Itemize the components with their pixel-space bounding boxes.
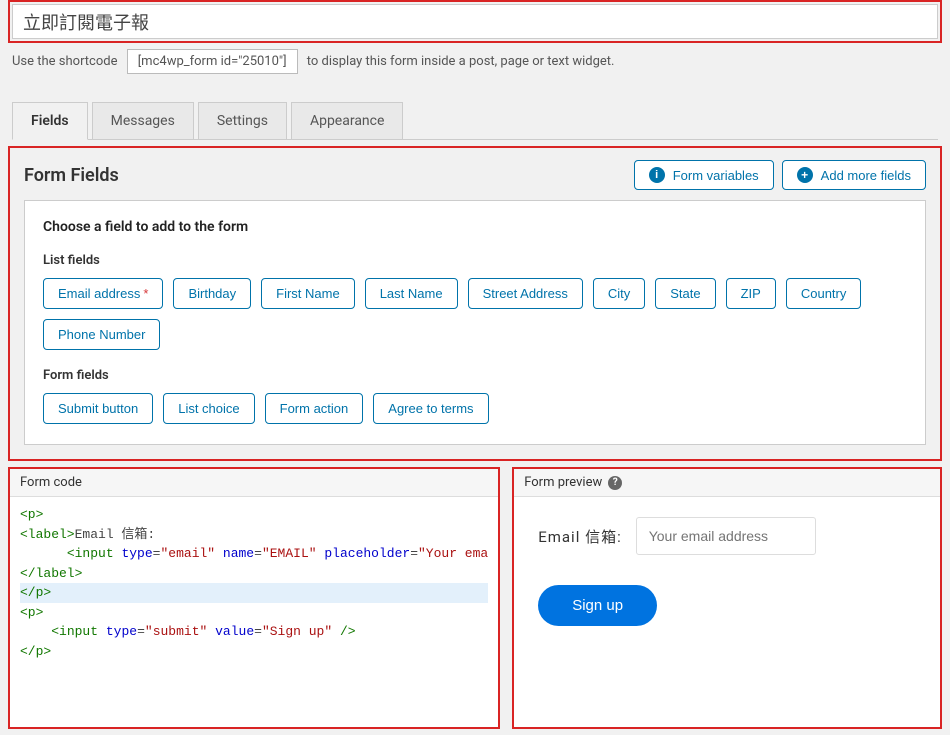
- list-fields-label: List fields: [43, 253, 907, 268]
- form-field-pill[interactable]: Agree to terms: [373, 393, 488, 424]
- list-field-pill[interactable]: Last Name: [365, 278, 458, 309]
- code-preview-row: Form code <p><label>Email 信箱: <input typ…: [8, 467, 942, 729]
- form-code-panel: Form code <p><label>Email 信箱: <input typ…: [8, 467, 500, 729]
- list-fields-row: Email address* Birthday First Name Last Nam…: [43, 278, 907, 350]
- code-line: </p>: [20, 583, 488, 603]
- required-asterisk: *: [143, 286, 148, 301]
- form-field-pill[interactable]: List choice: [163, 393, 254, 424]
- list-field-pill[interactable]: First Name: [261, 278, 355, 309]
- preview-email-row: Email 信箱:: [538, 517, 916, 555]
- list-field-pill[interactable]: State: [655, 278, 715, 309]
- code-line: <input type="email" name="EMAIL" placeho…: [20, 544, 488, 564]
- code-line: <label>Email 信箱:: [20, 525, 488, 545]
- form-fields-heading: Form Fields: [24, 165, 119, 186]
- form-title-input[interactable]: [12, 4, 938, 39]
- form-variables-button[interactable]: i Form variables: [634, 160, 774, 190]
- tab-settings[interactable]: Settings: [198, 102, 287, 139]
- form-field-pill[interactable]: Form action: [265, 393, 364, 424]
- list-field-pill[interactable]: ZIP: [726, 278, 776, 309]
- form-fields-row: Submit button List choice Form action Agree…: [43, 393, 907, 424]
- tab-messages[interactable]: Messages: [92, 102, 194, 139]
- list-field-pill[interactable]: Country: [786, 278, 862, 309]
- add-more-fields-button[interactable]: + Add more fields: [782, 160, 926, 190]
- help-icon[interactable]: ?: [608, 476, 622, 490]
- tab-fields[interactable]: Fields: [12, 102, 88, 140]
- list-field-pill[interactable]: City: [593, 278, 645, 309]
- tab-appearance[interactable]: Appearance: [291, 102, 403, 139]
- shortcode-instruction: Use the shortcode [mc4wp_form id="25010"…: [0, 45, 950, 78]
- form-code-heading: Form code: [20, 475, 82, 490]
- form-fields-header: Form Fields i Form variables + Add more …: [10, 148, 940, 200]
- code-line: <p>: [20, 505, 488, 525]
- add-more-fields-label: Add more fields: [821, 168, 911, 183]
- header-buttons: i Form variables + Add more fields: [634, 160, 926, 190]
- form-fields-section: Form Fields i Form variables + Add more …: [8, 146, 942, 461]
- shortcode-value[interactable]: [mc4wp_form id="25010"]: [127, 49, 298, 74]
- choose-title: Choose a field to add to the form: [43, 219, 907, 235]
- list-field-pill[interactable]: Phone Number: [43, 319, 160, 350]
- form-code-header: Form code: [10, 469, 498, 497]
- shortcode-prefix: Use the shortcode: [12, 54, 118, 69]
- list-field-pill[interactable]: Email address*: [43, 278, 163, 309]
- title-input-container: [8, 0, 942, 43]
- choose-field-panel: Choose a field to add to the form List f…: [24, 200, 926, 445]
- list-field-pill[interactable]: Street Address: [468, 278, 583, 309]
- code-line: </p>: [20, 642, 488, 662]
- info-icon: i: [649, 167, 665, 183]
- form-preview-panel: Form preview ? Email 信箱: Sign up: [512, 467, 942, 729]
- form-fields-label: Form fields: [43, 368, 907, 383]
- shortcode-suffix: to display this form inside a post, page…: [307, 54, 615, 69]
- code-line: </label>: [20, 564, 488, 584]
- form-preview-heading: Form preview: [524, 475, 602, 490]
- form-code-editor[interactable]: <p><label>Email 信箱: <input type="email" …: [10, 497, 498, 727]
- tabs-bar: Fields Messages Settings Appearance: [12, 102, 938, 140]
- preview-email-input[interactable]: [636, 517, 816, 555]
- preview-email-label: Email 信箱:: [538, 526, 622, 547]
- form-preview-header: Form preview ?: [514, 469, 940, 497]
- list-field-pill[interactable]: Birthday: [173, 278, 251, 309]
- form-variables-label: Form variables: [673, 168, 759, 183]
- code-line: <p>: [20, 603, 488, 623]
- form-field-pill[interactable]: Submit button: [43, 393, 153, 424]
- preview-submit-button[interactable]: Sign up: [538, 585, 657, 626]
- plus-icon: +: [797, 167, 813, 183]
- preview-area: Email 信箱: Sign up: [514, 497, 940, 646]
- code-line: <input type="submit" value="Sign up" />: [20, 622, 488, 642]
